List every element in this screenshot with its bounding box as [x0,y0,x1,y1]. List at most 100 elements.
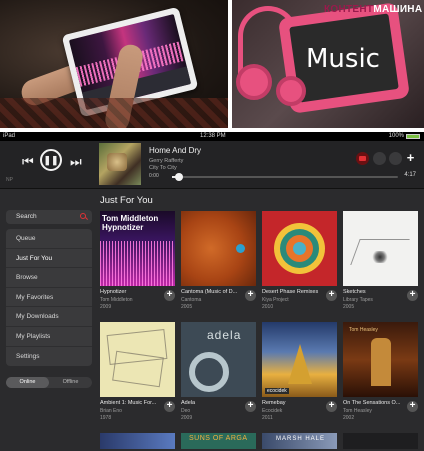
album-year: 2010 [262,304,274,310]
album-artist: Tom Middleton [100,297,133,303]
search-input[interactable]: Search [6,210,92,224]
elapsed-time: 0:00 [149,173,159,179]
album-cover[interactable] [181,211,256,286]
now-playing-artwork[interactable] [99,143,141,185]
album-tile[interactable]: MARSH HALE [262,433,337,449]
album-tile[interactable]: Ambient 1: Music For... Brian Eno 1978 + [100,322,175,421]
brand-watermark: КОНТЕНТМАШИНА [324,4,423,15]
search-label: Search [16,213,37,220]
next-track-icon[interactable]: ⏭ [70,154,82,170]
pause-button[interactable]: ❚❚ [40,149,62,171]
album-title: Cantoma (Music of D... [181,289,238,295]
album-cover[interactable]: Tom Heasley [343,322,418,397]
add-album-button[interactable]: + [245,290,256,301]
album-tile[interactable]: Desert Phase Remixes Kiya Project 2010 + [262,211,337,310]
photo-hands-tablet [0,0,228,128]
album-tile[interactable]: Cantoma (Music of D... Cantoma 2005 + [181,211,256,310]
album-title: Desert Phase Remixes [262,289,319,295]
album-tile[interactable]: Tom Heasley On The Sensations O... Tom H… [343,322,418,421]
cover-text: MARSH HALE [276,436,326,442]
total-time: 4:17 [404,172,416,178]
music-app: iPad 12:38 PM 100% ⏮ ❚❚ ⏭ NP Home And Dr… [0,132,424,451]
music-title: Music [306,44,380,74]
album-year: 2002 [343,415,355,421]
album-artist: Deo [181,408,191,414]
album-tile[interactable] [343,433,418,449]
add-album-button[interactable]: + [164,401,175,412]
share-icon[interactable] [389,152,402,165]
album-artist: Tom Heasley [343,408,372,414]
previous-track-icon[interactable]: ⏮ [22,154,34,170]
sidebar-item-browse[interactable]: Browse [6,268,92,288]
sidebar-item-just-for-you[interactable]: Just For You [6,249,92,269]
album-title: Hypnotizer [100,289,127,295]
now-playing-bar: ⏮ ❚❚ ⏭ NP Home And Dry Gerry Rafferty Ci… [0,141,424,189]
sidebar-item-queue[interactable]: Queue [6,229,92,249]
album-cover[interactable]: SUNS OF ARGA [181,433,256,449]
album-artist: Kiya Project [262,297,289,303]
album-artist: Brian Eno [100,408,122,414]
cover-text: ecocidek [265,388,289,394]
offline-option[interactable]: Offline [49,377,92,388]
battery-percent: 100% [388,133,404,139]
album-tile[interactable]: SUNS OF ARGA [181,433,256,449]
device-label: iPad [3,133,16,139]
sidebar-item-my-favorites[interactable]: My Favorites [6,288,92,308]
album-year: 2011 [262,415,273,421]
album-title: Ambient 1: Music For... [100,400,157,406]
search-icon [80,213,86,219]
add-album-button[interactable]: + [407,401,418,412]
add-album-button[interactable]: + [407,290,418,301]
album-year: 1978 [100,415,112,421]
album-tile[interactable]: ecocidek Remebay Ecocidek 2011 + [262,322,337,421]
album-artist: Ecocidek [262,408,283,414]
album-cover[interactable] [262,211,337,286]
album-cover[interactable]: Tom Middleton Hypnotizer [100,211,175,286]
album-tile[interactable] [100,433,175,449]
album-cover[interactable]: MARSH HALE [262,433,337,449]
cover-text: adela [207,328,242,342]
album-artist: Library Tapes [343,297,373,303]
album-year: 2009 [181,415,193,421]
album-cover[interactable]: adela [181,322,256,397]
album-year: 2009 [100,304,112,310]
cover-text: Tom Middleton Hypnotizer [102,214,159,232]
sidebar-item-settings[interactable]: Settings [6,347,92,367]
album-cover[interactable]: ecocidek [262,322,337,397]
album-cover[interactable] [100,322,175,397]
progress-knob[interactable] [174,173,183,181]
online-offline-toggle[interactable]: Online Offline [6,377,92,388]
album-tile[interactable]: Sketches Library Tapes 2005 + [343,211,418,310]
album-cover[interactable] [343,211,418,286]
album-cover[interactable] [343,433,418,449]
online-option[interactable]: Online [6,377,49,388]
add-album-button[interactable]: + [245,401,256,412]
cover-text: SUNS OF ARGA [189,435,248,442]
add-album-button[interactable]: + [326,401,337,412]
cover-text: Tom Heasley [349,327,378,333]
section-title: Just For You [100,195,153,206]
progress-slider[interactable] [172,173,398,181]
album-tile[interactable]: Tom Middleton Hypnotizer Hypnotizer Tom … [100,211,175,310]
status-bar: iPad 12:38 PM 100% [0,132,424,141]
album-title: Adela [181,400,196,406]
header-photos: КОНТЕНТМАШИНА Music [0,0,424,128]
album-year: 2005 [181,304,193,310]
album-title: On The Sensations O... [343,400,401,406]
album-artist: Cantoma [181,297,202,303]
now-playing-artist: Gerry Rafferty [149,158,184,164]
album-year: 2005 [343,304,355,310]
sidebar-item-my-downloads[interactable]: My Downloads [6,307,92,327]
add-album-button[interactable]: + [326,290,337,301]
album-title: Remebay [262,400,286,406]
add-album-button[interactable]: + [164,290,175,301]
add-button[interactable]: + [404,151,417,165]
album-cover[interactable] [100,433,175,449]
album-tile[interactable]: adela Adela Deo 2009 + [181,322,256,421]
clock: 12:38 PM [200,133,226,139]
battery-icon [406,134,420,139]
love-icon[interactable] [373,152,386,165]
sidebar-item-my-playlists[interactable]: My Playlists [6,327,92,347]
radio-icon[interactable] [356,152,369,165]
player-tag: NP [6,177,13,183]
